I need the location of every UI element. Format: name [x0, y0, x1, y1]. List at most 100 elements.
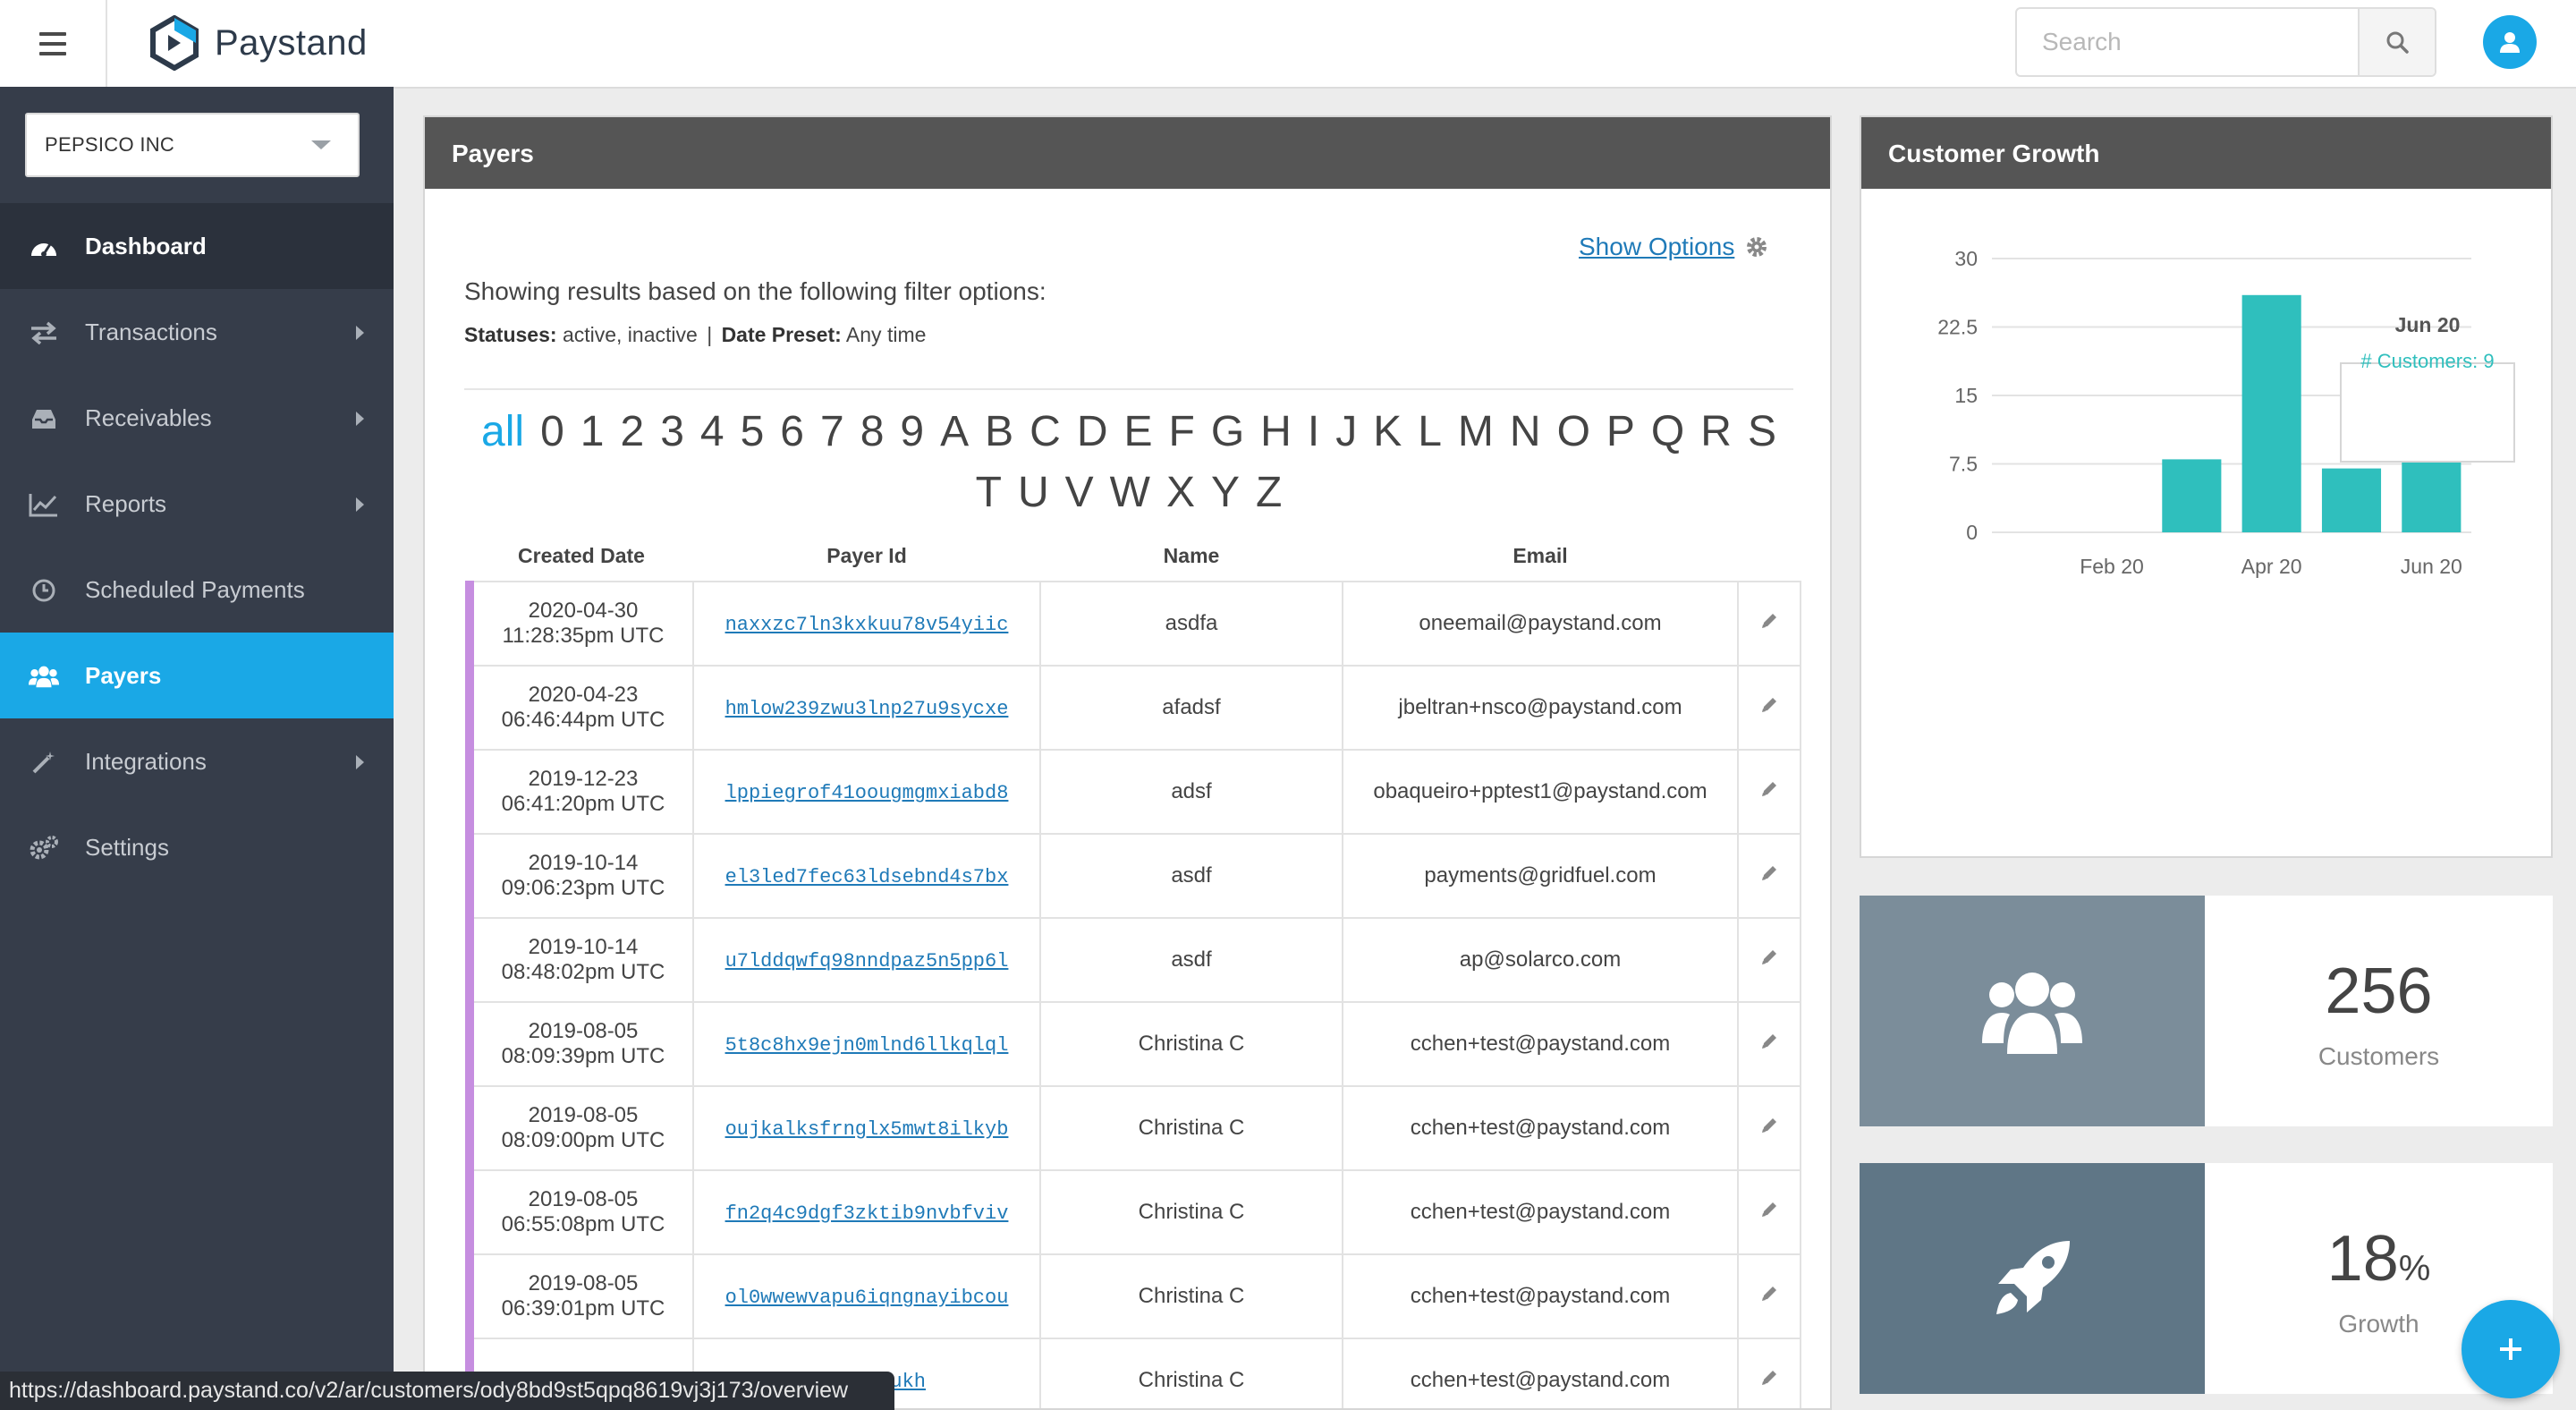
search-input[interactable] — [2017, 9, 2359, 75]
chart-bar[interactable] — [2162, 459, 2222, 532]
name-cell: Christina C — [1039, 1169, 1343, 1255]
sidebar-item-payers[interactable]: Payers — [0, 633, 394, 718]
gear-icon[interactable] — [1745, 235, 1768, 259]
alphabet-filter-item[interactable]: O — [1557, 402, 1590, 463]
payer-id-link[interactable]: lppiegrof41oougmgmxiabd8 — [725, 782, 1009, 804]
column-header-created-date[interactable]: Created Date — [470, 531, 693, 582]
alphabet-filter-item[interactable]: G — [1211, 402, 1244, 463]
sidebar-item-integrations[interactable]: Integrations — [0, 718, 394, 804]
alphabet-filter-item[interactable]: 8 — [860, 402, 885, 463]
alphabet-filter-item[interactable]: I — [1308, 402, 1319, 463]
alphabet-filter-item[interactable]: F — [1169, 402, 1195, 463]
alphabet-filter-item[interactable]: E — [1123, 402, 1152, 463]
alphabet-filter-item[interactable]: L — [1418, 402, 1442, 463]
payer-id-link[interactable]: naxxzc7ln3kxkuu78v54yiic — [725, 614, 1009, 636]
table-row[interactable]: 2019-08-05 06:55:08pm UTC fn2q4c9dgf3zktib… — [465, 1169, 1801, 1255]
payer-id-link[interactable]: fn2q4c9dgf3zktib9nvbfviv — [725, 1202, 1009, 1225]
table-row[interactable]: 2019-08-05 08:09:39pm UTC 5t8c8hx9ejn0mlnd… — [465, 1001, 1801, 1087]
edit-cell[interactable] — [1737, 917, 1801, 1003]
edit-cell[interactable] — [1737, 1253, 1801, 1339]
payer-id-link[interactable]: ol0wwewvapu6iqngnayibcou — [725, 1287, 1009, 1309]
alphabet-filter-item[interactable]: Z — [1256, 463, 1282, 523]
search-button[interactable] — [2358, 9, 2435, 75]
alphabet-filter-item[interactable]: 2 — [620, 402, 644, 463]
sidebar-item-settings[interactable]: Settings — [0, 804, 394, 890]
inbox-icon — [29, 405, 59, 432]
column-header-name[interactable]: Name — [1040, 531, 1343, 582]
alphabet-filter-item[interactable]: H — [1260, 402, 1292, 463]
table-row[interactable]: 2019-08-05 08:09:00pm UTC oujkalksfrnglx5m… — [465, 1085, 1801, 1171]
sidebar-item-transactions[interactable]: Transactions — [0, 289, 394, 375]
edit-cell[interactable] — [1737, 665, 1801, 751]
table-row[interactable]: 2020-04-30 11:28:35pm UTC naxxzc7ln3kxkuu7… — [465, 581, 1801, 667]
payer-id-link[interactable]: el3led7fec63ldsebnd4s7bx — [725, 866, 1009, 888]
alphabet-filter-item[interactable]: 3 — [660, 402, 684, 463]
alphabet-filter-item[interactable]: Q — [1651, 402, 1684, 463]
alphabet-filter-item[interactable]: 7 — [820, 402, 844, 463]
alphabet-filter-item[interactable]: R — [1700, 402, 1732, 463]
edit-cell[interactable] — [1737, 1001, 1801, 1087]
paystand-logo[interactable]: Paystand — [148, 14, 368, 72]
column-header-payer-id[interactable]: Payer Id — [693, 531, 1040, 582]
sidebar-item-scheduled-payments[interactable]: Scheduled Payments — [0, 547, 394, 633]
alphabet-filter-item[interactable]: N — [1510, 402, 1541, 463]
edit-cell[interactable] — [1737, 581, 1801, 667]
alphabet-filter-item[interactable]: B — [985, 402, 1013, 463]
alphabet-filter-item[interactable]: A — [940, 402, 969, 463]
table-row[interactable]: 2020-04-23 06:46:44pm UTC hmlow239zwu3lnp2… — [465, 665, 1801, 751]
alphabet-filter-item[interactable]: all — [481, 402, 524, 463]
created-time: 06:55:08pm UTC — [501, 1212, 665, 1236]
alphabet-filter-item[interactable]: S — [1748, 402, 1776, 463]
hamburger-menu-button[interactable] — [0, 0, 107, 87]
edit-cell[interactable] — [1737, 749, 1801, 835]
payer-id-link[interactable]: hmlow239zwu3lnp27u9sycxe — [725, 698, 1009, 720]
created-date-cell: 2019-10-14 08:48:02pm UTC — [465, 917, 694, 1003]
sidebar-item-reports[interactable]: Reports — [0, 461, 394, 547]
alphabet-filter-item[interactable]: V — [1065, 463, 1094, 523]
chart-bar[interactable] — [2321, 468, 2382, 532]
alphabet-filter-item[interactable]: J — [1335, 402, 1357, 463]
email-cell: cchen+test@paystand.com — [1342, 1085, 1739, 1171]
filter-summary: Statuses: active, inactive | Date Preset… — [464, 323, 926, 347]
alphabet-filter-item[interactable]: U — [1018, 463, 1049, 523]
sidebar-item-receivables[interactable]: Receivables — [0, 375, 394, 461]
edit-cell[interactable] — [1737, 1338, 1801, 1408]
alphabet-filter-item[interactable]: 9 — [900, 402, 924, 463]
alphabet-filter-item[interactable]: D — [1077, 402, 1108, 463]
chevron-down-icon — [311, 140, 331, 149]
alphabet-filter-item[interactable]: M — [1458, 402, 1494, 463]
chart-bar[interactable] — [2241, 294, 2301, 532]
payer-id-link[interactable]: u7lddqwfq98nndpaz5n5pp6l — [725, 950, 1009, 973]
alphabet-filter-item[interactable]: 0 — [540, 402, 564, 463]
alphabet-filter-item[interactable]: 1 — [580, 402, 605, 463]
sidebar-item-dashboard[interactable]: Dashboard — [0, 203, 394, 289]
alphabet-filter-item[interactable]: 5 — [741, 402, 765, 463]
column-header-email[interactable]: Email — [1343, 531, 1738, 582]
alphabet-filter-item[interactable]: 6 — [780, 402, 804, 463]
created-time: 06:39:01pm UTC — [501, 1296, 665, 1321]
company-select[interactable]: PEPSICO INC — [25, 113, 360, 177]
show-options-link[interactable]: Show Options — [1579, 233, 1734, 261]
alphabet-filter-item[interactable]: 4 — [700, 402, 724, 463]
alphabet-filter-item[interactable]: P — [1606, 402, 1635, 463]
table-row[interactable]: 2019-10-14 09:06:23pm UTC el3led7fec63ldse… — [465, 833, 1801, 919]
edit-cell[interactable] — [1737, 1169, 1801, 1255]
alphabet-filter-item[interactable]: K — [1373, 402, 1402, 463]
alphabet-filter-item[interactable]: X — [1166, 463, 1195, 523]
table-row[interactable]: 2019-10-14 08:48:02pm UTC u7lddqwfq98nndpa… — [465, 917, 1801, 1003]
payer-id-link[interactable]: oujkalksfrnglx5mwt8ilkyb — [725, 1118, 1009, 1141]
table-row[interactable]: 2019-12-23 06:41:20pm UTC lppiegrof41oougm… — [465, 749, 1801, 835]
alphabet-filter-item[interactable]: W — [1110, 463, 1150, 523]
add-button[interactable] — [2462, 1300, 2560, 1398]
alphabet-filter-item[interactable]: Y — [1211, 463, 1240, 523]
edit-cell[interactable] — [1737, 1085, 1801, 1171]
payer-id-link[interactable]: 5t8c8hx9ejn0mlnd6llkqlql — [725, 1034, 1009, 1057]
user-icon — [2500, 32, 2520, 53]
table-row[interactable]: 2019-08-05 06:39:01pm UTC ol0wwewvapu6iqng… — [465, 1253, 1801, 1339]
edit-cell[interactable] — [1737, 833, 1801, 919]
alphabet-filter-item[interactable]: T — [976, 463, 1002, 523]
pencil-icon — [1762, 781, 1776, 796]
alphabet-filter-item[interactable]: C — [1030, 402, 1061, 463]
user-avatar-button[interactable] — [2483, 15, 2537, 69]
payer-id-cell: hmlow239zwu3lnp27u9sycxe — [692, 665, 1041, 751]
